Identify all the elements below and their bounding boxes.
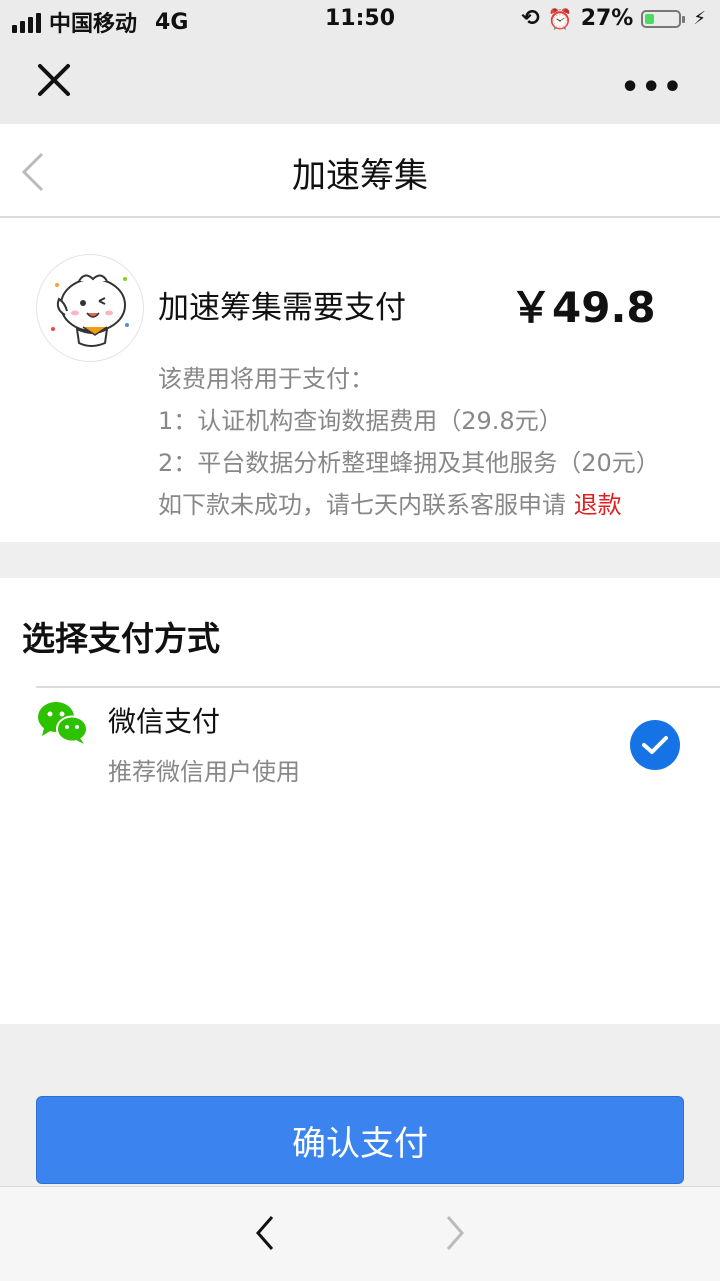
confirm-payment-button[interactable]: 确认支付 bbox=[36, 1096, 684, 1184]
mascot-avatar bbox=[36, 254, 144, 362]
alarm-icon: ⏰ bbox=[547, 6, 573, 31]
nav-forward-icon[interactable] bbox=[440, 1213, 470, 1253]
webview-toolbar: ••• bbox=[0, 40, 720, 124]
close-icon[interactable] bbox=[36, 62, 72, 98]
charging-icon: ⚡ bbox=[693, 8, 706, 29]
rotation-lock-icon: ⟲ bbox=[521, 6, 540, 31]
refund-note: 如下款未成功，请七天内联系客服申请 退款 bbox=[158, 484, 660, 526]
battery-icon bbox=[641, 9, 686, 28]
page-title: 加速筹集 bbox=[292, 156, 428, 196]
payment-option-name[interactable]: 微信支付 bbox=[108, 700, 220, 740]
battery-percent: 27% bbox=[580, 6, 634, 31]
divider bbox=[36, 686, 720, 688]
payment-summary-card: 加速筹集需要支付 ￥49.8 该费用将用于支付： 1：认证机构查询数据费用（29… bbox=[0, 218, 720, 542]
payment-option-subtitle: 推荐微信用户使用 bbox=[108, 758, 300, 786]
fee-item-2: 2：平台数据分析整理蜂拥及其他服务（20元） bbox=[158, 449, 660, 477]
fee-description: 该费用将用于支付： 1：认证机构查询数据费用（29.8元） 2：平台数据分析整理… bbox=[158, 358, 660, 526]
page-header: 加速筹集 bbox=[0, 124, 720, 218]
nav-back-icon[interactable] bbox=[250, 1213, 280, 1253]
payment-amount: ￥49.8 bbox=[510, 283, 656, 332]
selected-check-icon[interactable] bbox=[630, 720, 680, 770]
refund-link[interactable]: 退款 bbox=[574, 491, 622, 519]
refund-note-text: 如下款未成功，请七天内联系客服申请 bbox=[158, 491, 566, 519]
fee-item-1: 1：认证机构查询数据费用（29.8元） bbox=[158, 407, 563, 435]
wechat-icon bbox=[38, 702, 88, 744]
status-bar: 中国移动 4G 11:50 ⟲ ⏰ 27% ⚡ bbox=[0, 0, 720, 40]
browser-nav-bar bbox=[0, 1186, 720, 1281]
payment-title: 加速筹集需要支付 bbox=[158, 290, 406, 326]
more-options-icon[interactable]: ••• bbox=[620, 70, 684, 105]
fee-intro: 该费用将用于支付： bbox=[158, 365, 374, 393]
payment-methods-section: 选择支付方式 微信支付 推荐微信用户使用 bbox=[0, 578, 720, 1024]
payment-methods-heading: 选择支付方式 bbox=[22, 619, 220, 658]
